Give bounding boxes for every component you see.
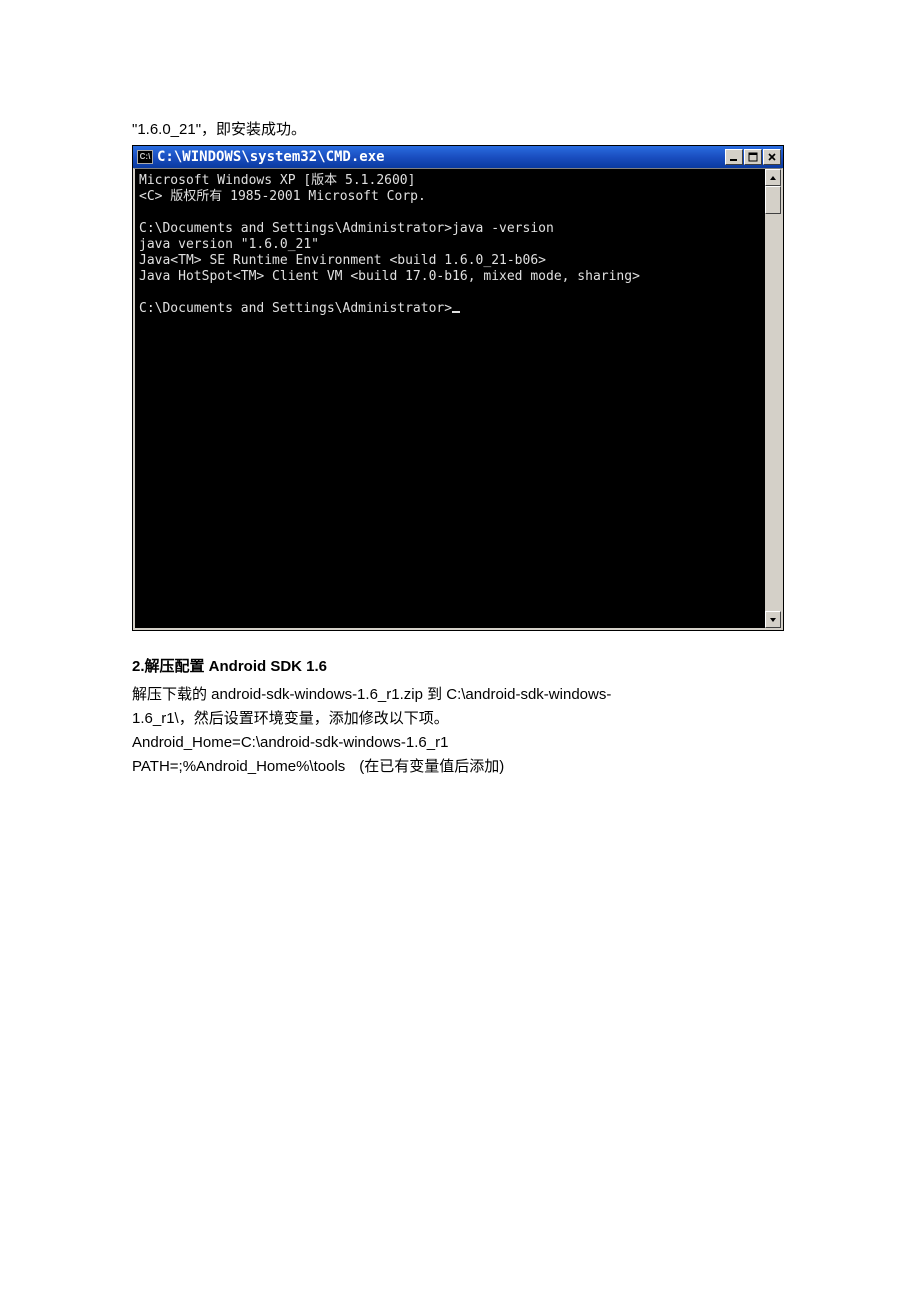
terminal-line: <C> 版权所有 1985-2001 Microsoft Corp.: [139, 189, 426, 204]
minimize-button[interactable]: [725, 149, 743, 165]
scrollbar[interactable]: [765, 168, 783, 630]
body-text: 解压下载的 android-sdk-windows-1.6_r1.zip 到 C…: [132, 683, 790, 707]
body-text: PATH=;%Android_Home%\tools (在已有变量值后添加): [132, 755, 790, 779]
scroll-track[interactable]: [765, 186, 781, 611]
window-title: C:\WINDOWS\system32\CMD.exe: [157, 149, 721, 165]
cursor-icon: [452, 311, 460, 313]
scroll-up-button[interactable]: [765, 169, 781, 186]
section-heading: 2.解压配置 Android SDK 1.6: [132, 655, 790, 679]
close-button[interactable]: [763, 149, 781, 165]
terminal-line: C:\Documents and Settings\Administrator>: [139, 301, 452, 316]
cmd-icon: C:\: [137, 150, 153, 164]
titlebar: C:\ C:\WINDOWS\system32\CMD.exe: [133, 146, 783, 168]
terminal-line: Microsoft Windows XP [版本 5.1.2600]: [139, 173, 415, 188]
terminal-line: Java<TM> SE Runtime Environment <build 1…: [139, 253, 546, 268]
body-text: 1.6_r1\，然后设置环境变量，添加修改以下项。: [132, 707, 790, 731]
terminal-output: Microsoft Windows XP [版本 5.1.2600] <C> 版…: [133, 168, 765, 630]
terminal-line: C:\Documents and Settings\Administrator>…: [139, 221, 554, 236]
scroll-thumb[interactable]: [765, 186, 781, 214]
note-text: (在已有变量值后添加): [359, 758, 504, 775]
terminal-line: Java HotSpot<TM> Client VM <build 17.0-b…: [139, 269, 640, 284]
section-2: 2.解压配置 Android SDK 1.6 解压下载的 android-sdk…: [132, 655, 790, 779]
maximize-button[interactable]: [744, 149, 762, 165]
body-text: Android_Home=C:\android-sdk-windows-1.6_…: [132, 731, 790, 755]
terminal-line: java version "1.6.0_21": [139, 237, 319, 252]
scroll-down-button[interactable]: [765, 611, 781, 628]
intro-text: "1.6.0_21"，即安装成功。: [132, 118, 790, 139]
window-controls: [725, 149, 781, 165]
path-text: PATH=;%Android_Home%\tools: [132, 758, 345, 775]
cmd-window: C:\ C:\WINDOWS\system32\CMD.exe Microsof…: [132, 145, 784, 631]
